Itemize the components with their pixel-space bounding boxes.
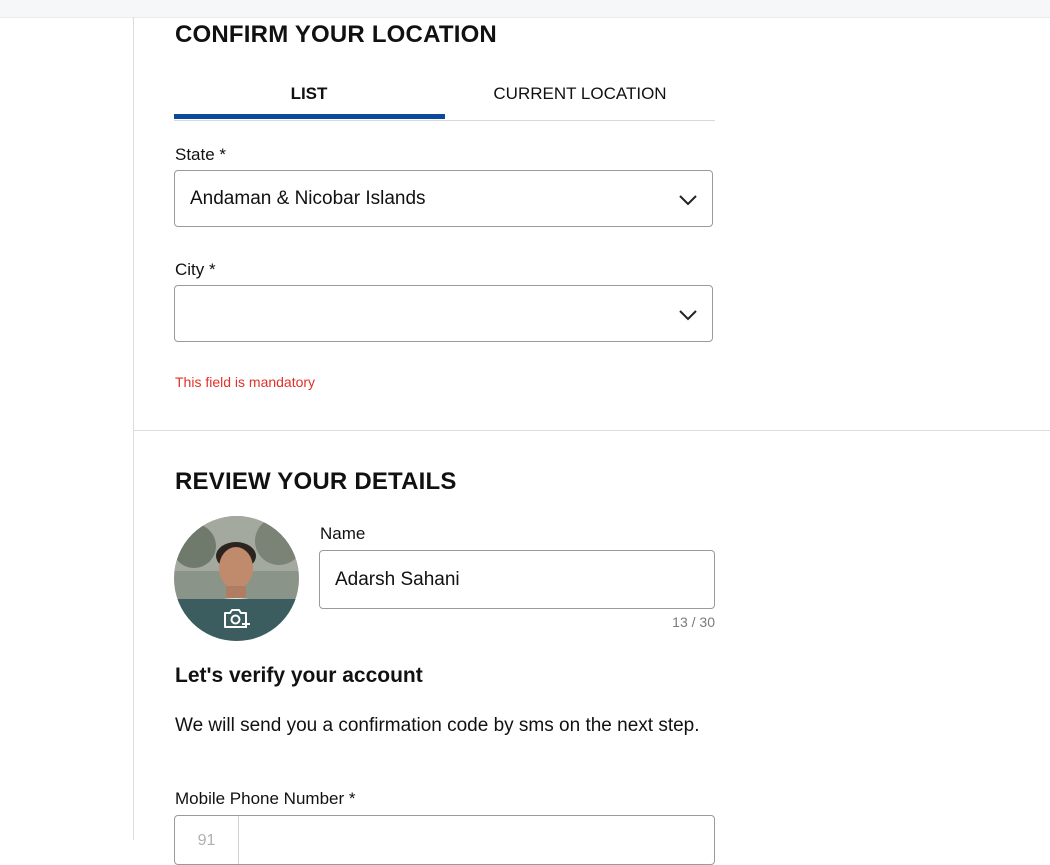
left-divider: [133, 17, 134, 840]
verify-description: We will send you a confirmation code by …: [175, 715, 700, 736]
tab-list-label: LIST: [290, 84, 328, 103]
location-section-title: CONFIRM YOUR LOCATION: [175, 21, 497, 48]
section-divider: [133, 430, 1050, 431]
tab-list[interactable]: LIST: [174, 68, 444, 120]
phone-country-code[interactable]: 91: [175, 816, 239, 864]
name-char-counter: 13 / 30: [672, 614, 715, 630]
active-tab-indicator: [174, 114, 445, 119]
state-label: State *: [175, 145, 227, 164]
top-bar: [0, 0, 1050, 18]
city-label: City *: [175, 260, 216, 279]
phone-label: Mobile Phone Number *: [175, 789, 356, 808]
location-tabs: LIST CURRENT LOCATION: [174, 68, 715, 121]
name-input[interactable]: [319, 550, 715, 609]
tab-current-location[interactable]: CURRENT LOCATION: [445, 68, 715, 120]
tab-current-location-label: CURRENT LOCATION: [493, 84, 667, 103]
city-select[interactable]: [174, 285, 713, 342]
camera-add-icon[interactable]: [222, 606, 250, 632]
name-label: Name: [320, 524, 366, 543]
chevron-down-icon: [679, 195, 697, 206]
avatar[interactable]: [174, 516, 299, 641]
chevron-down-icon: [679, 310, 697, 321]
state-select[interactable]: Andaman & Nicobar Islands: [174, 170, 713, 227]
state-select-value: Andaman & Nicobar Islands: [190, 187, 426, 209]
verify-title: Let's verify your account: [175, 664, 423, 687]
details-section-title: REVIEW YOUR DETAILS: [175, 468, 457, 495]
phone-field[interactable]: 91: [174, 815, 715, 865]
city-error-message: This field is mandatory: [175, 374, 316, 390]
